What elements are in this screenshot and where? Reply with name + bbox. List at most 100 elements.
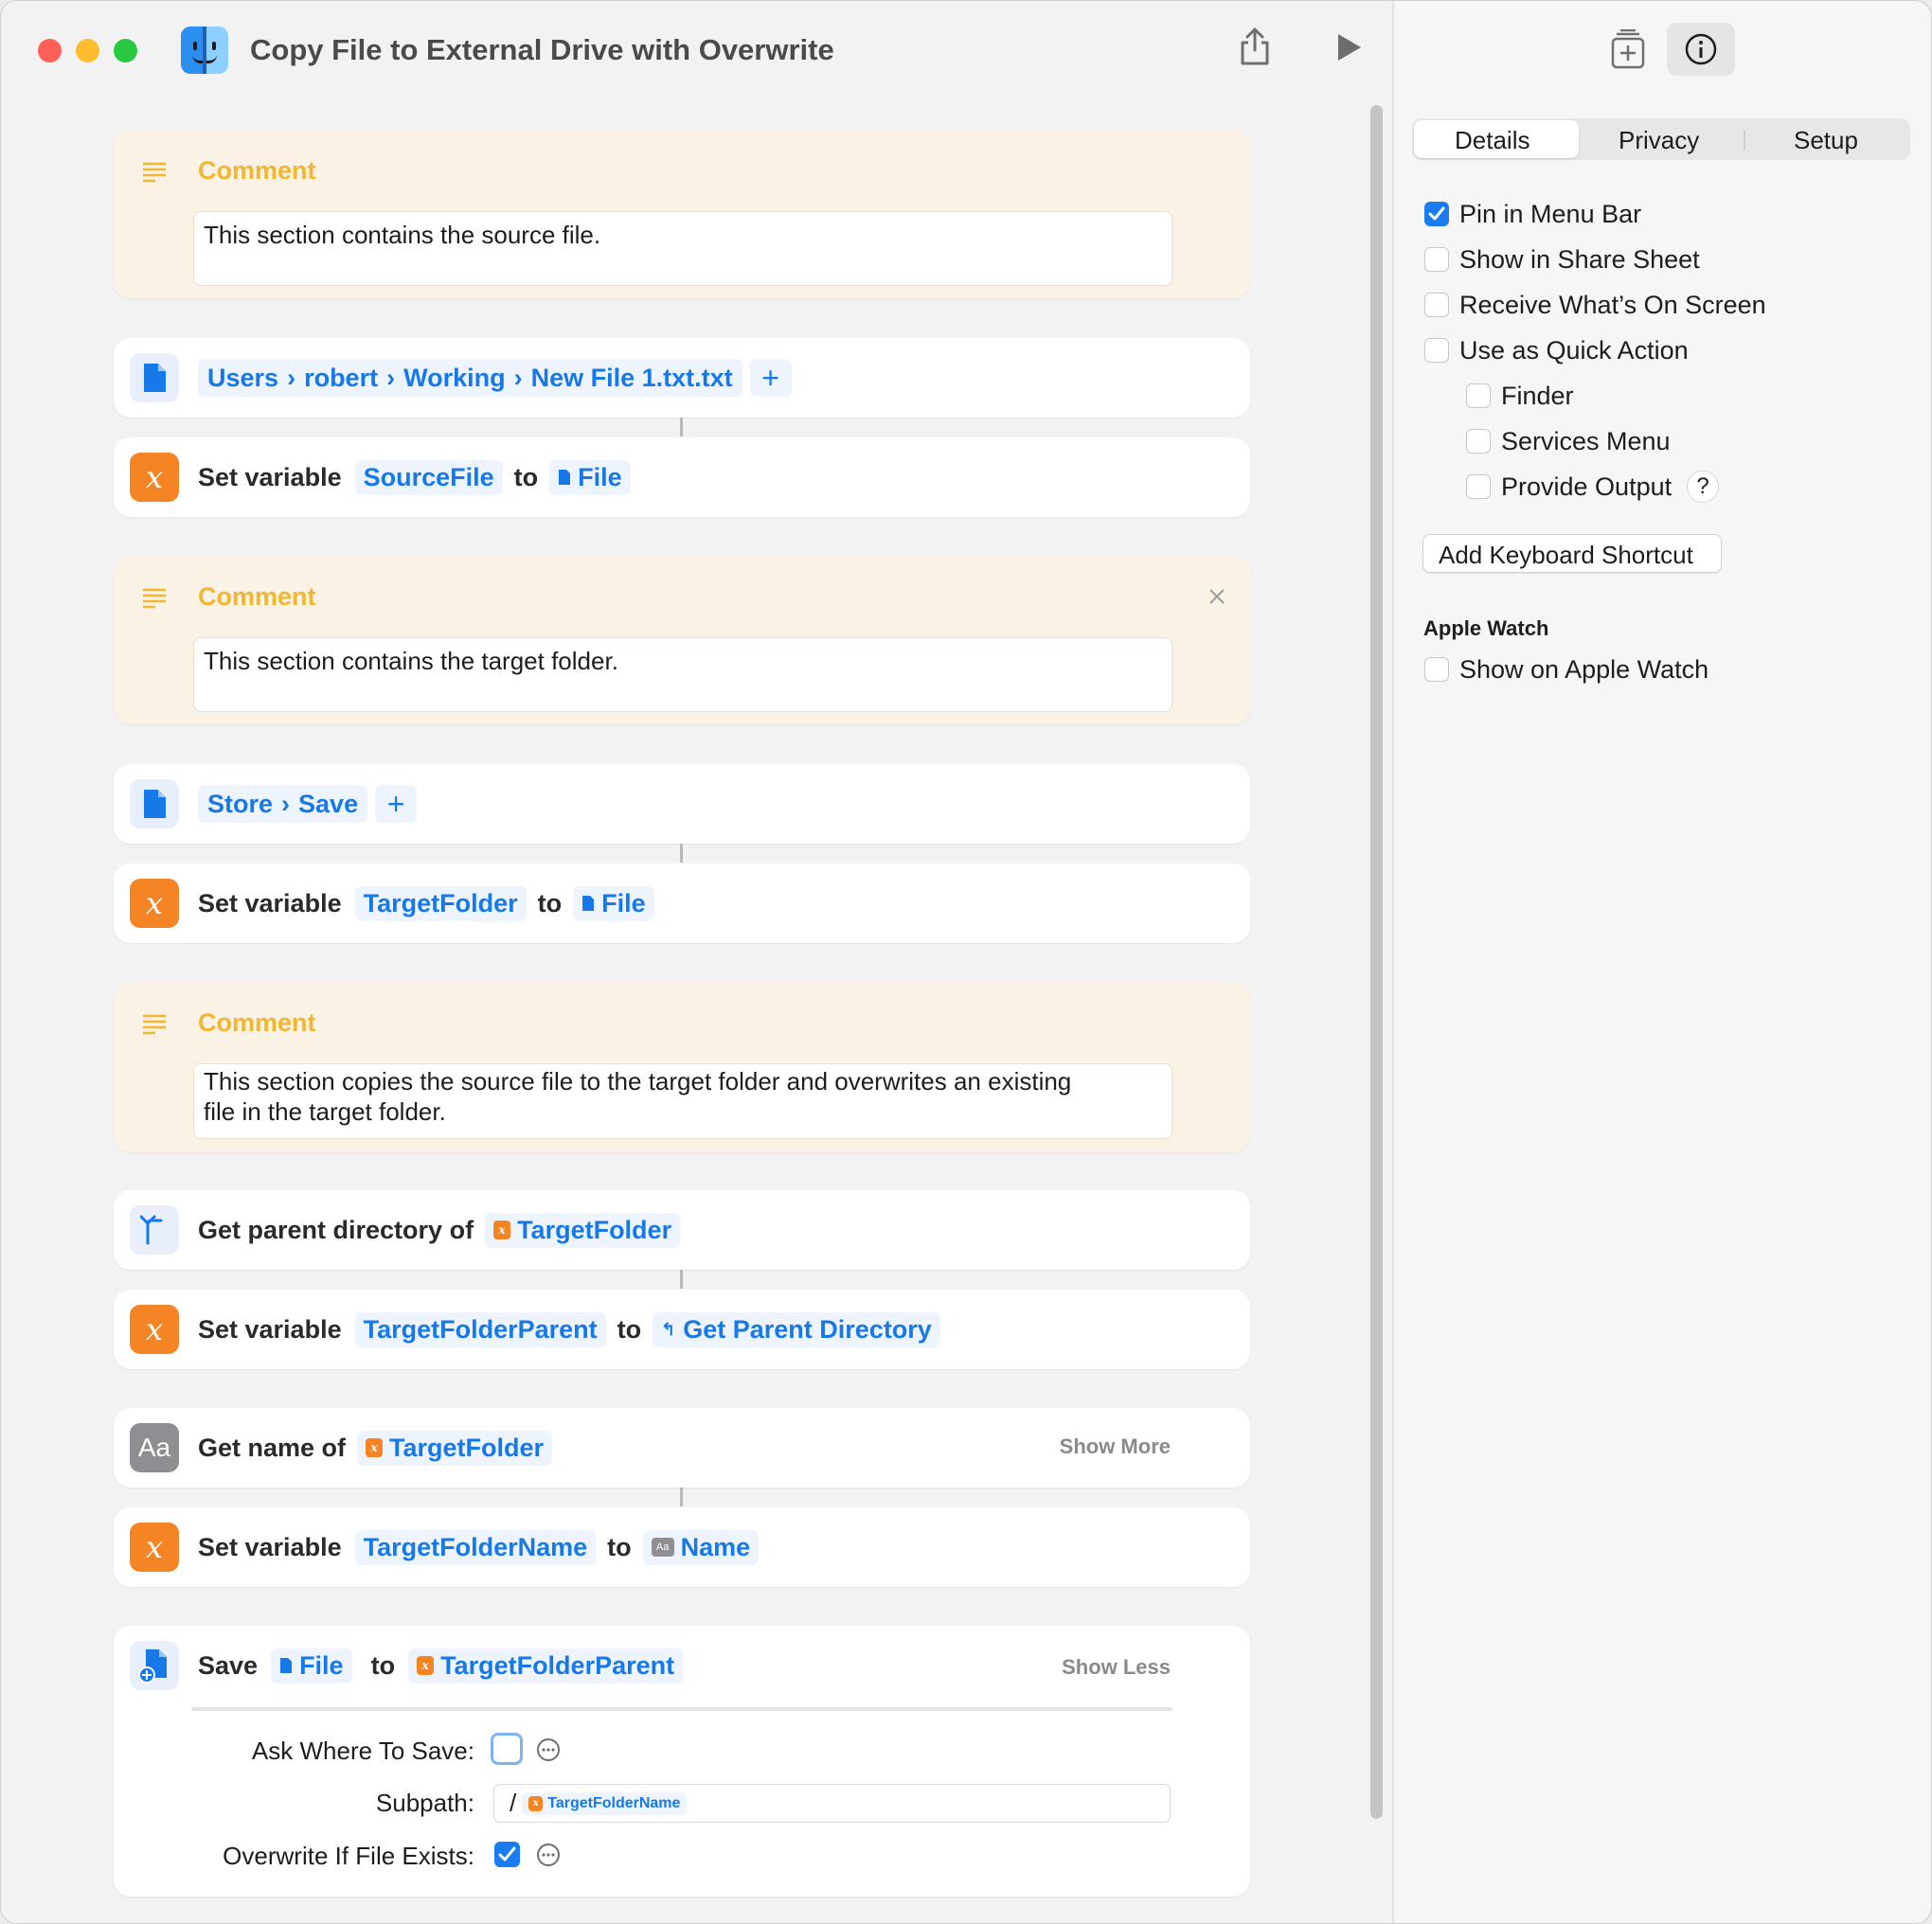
minimize-window-button[interactable]	[76, 39, 99, 62]
variable-x-icon: x	[130, 879, 179, 928]
services-menu-checkbox[interactable]	[1466, 429, 1491, 454]
file-action[interactable]: Store › Save +	[114, 764, 1250, 844]
subpath-field[interactable]: / x TargetFolderName	[493, 1784, 1171, 1823]
add-path-button[interactable]: +	[375, 785, 418, 823]
chevron-right-icon: ›	[281, 789, 291, 818]
variable-token[interactable]: x TargetFolder	[485, 1212, 681, 1248]
finder-icon	[181, 27, 228, 74]
add-keyboard-shortcut-button[interactable]: Add Keyboard Shortcut	[1422, 534, 1722, 573]
finder-checkbox[interactable]	[1466, 383, 1491, 408]
provide-output-label: Provide Output	[1501, 472, 1673, 501]
comment-text-field[interactable]: This section contains the target folder.	[193, 637, 1172, 712]
tab-privacy[interactable]: Privacy	[1619, 126, 1699, 155]
action-label: Set variable	[198, 1532, 342, 1561]
tab-setup[interactable]: Setup	[1794, 126, 1858, 155]
play-icon	[1338, 34, 1361, 61]
help-button[interactable]: ?	[1687, 471, 1719, 503]
get-name-action[interactable]: Aa Get name of x TargetFolder Show More	[114, 1408, 1250, 1488]
apple-watch-label: Show on Apple Watch	[1459, 655, 1709, 684]
variable-x-icon: x	[130, 1523, 179, 1572]
to-label: to	[607, 1532, 632, 1561]
file-token[interactable]: File	[573, 885, 654, 921]
name-token[interactable]: Aa Name	[642, 1529, 760, 1565]
overwrite-label: Overwrite If File Exists:	[223, 1842, 474, 1870]
close-window-button[interactable]	[38, 39, 62, 62]
apple-watch-checkbox[interactable]	[1424, 657, 1449, 682]
inspector-tabs: Details Privacy Setup	[1412, 118, 1910, 160]
file-token[interactable]: File	[271, 1648, 352, 1684]
overwrite-checkbox[interactable]	[494, 1842, 520, 1867]
comment-action[interactable]: Comment This section contains the target…	[114, 556, 1250, 724]
chevron-right-icon: ›	[513, 363, 523, 392]
provide-output-checkbox[interactable]	[1466, 474, 1491, 499]
path-segment[interactable]: New File 1.txt.txt	[531, 364, 733, 393]
set-variable-action[interactable]: x Set variable TargetFolder to File	[114, 864, 1250, 943]
chevron-right-icon: ›	[287, 363, 296, 392]
comment-action[interactable]: Comment This section contains the source…	[114, 130, 1250, 298]
show-more-button[interactable]: Show More	[1060, 1434, 1171, 1459]
variable-name-token[interactable]: TargetFolderName	[354, 1529, 597, 1565]
pin-menu-bar-checkbox[interactable]	[1424, 202, 1449, 226]
path-segment[interactable]: Users	[207, 364, 278, 393]
variable-name-token[interactable]: SourceFile	[354, 459, 503, 495]
file-path-breadcrumb[interactable]: Users › robert › Working › New File 1.tx…	[198, 359, 742, 397]
info-button[interactable]	[1667, 23, 1735, 76]
path-segment[interactable]: robert	[304, 364, 378, 393]
path-segment[interactable]: Store	[207, 790, 273, 819]
parent-directory-token[interactable]: ↰ Get Parent Directory	[653, 1311, 940, 1347]
checkmark-icon	[1428, 206, 1445, 221]
ellipsis-circle-icon[interactable]	[536, 1843, 561, 1867]
set-variable-action[interactable]: x Set variable TargetFolderParent to ↰ Ge…	[114, 1290, 1250, 1369]
variable-token[interactable]: x TargetFolder	[357, 1430, 553, 1466]
show-less-button[interactable]: Show Less	[1062, 1655, 1171, 1680]
chevron-right-icon: ›	[386, 363, 396, 392]
save-document-icon	[130, 1641, 179, 1690]
set-variable-action[interactable]: x Set variable TargetFolderName to Aa Nam…	[114, 1507, 1250, 1587]
to-label: to	[617, 1314, 642, 1344]
file-action[interactable]: Users › robert › Working › New File 1.tx…	[114, 338, 1250, 418]
zoom-window-button[interactable]	[114, 39, 137, 62]
add-path-button[interactable]: +	[749, 359, 792, 397]
file-path-breadcrumb[interactable]: Store › Save	[198, 785, 368, 823]
variable-x-icon: x	[366, 1438, 384, 1457]
comment-text-field[interactable]: This section copies the source file to t…	[193, 1063, 1172, 1139]
text-aa-icon: Aa	[130, 1423, 179, 1472]
quick-action-checkbox[interactable]	[1424, 338, 1449, 363]
variable-x-icon: x	[528, 1795, 544, 1811]
comment-text-line: file in the target folder.	[204, 1097, 446, 1126]
add-to-library-button[interactable]	[1610, 28, 1646, 74]
receive-screen-checkbox[interactable]	[1424, 293, 1449, 317]
variable-token[interactable]: x TargetFolderName	[522, 1791, 688, 1815]
set-variable-action[interactable]: x Set variable SourceFile to File	[114, 437, 1250, 517]
path-segment[interactable]: Save	[298, 790, 358, 819]
ask-where-checkbox[interactable]	[491, 1733, 523, 1765]
variable-x-icon: x	[130, 1305, 179, 1354]
variable-x-icon: x	[130, 453, 179, 502]
save-file-action[interactable]: Save File to x TargetFolderParent Show Le…	[114, 1626, 1250, 1897]
run-button[interactable]	[1335, 31, 1364, 68]
tab-details[interactable]: Details	[1455, 126, 1530, 155]
share-sheet-checkbox[interactable]	[1424, 247, 1449, 272]
variable-name-token[interactable]: TargetFolder	[354, 885, 527, 921]
action-label: Save	[198, 1650, 259, 1680]
variable-name-token[interactable]: TargetFolderParent	[354, 1311, 606, 1347]
share-sheet-label: Show in Share Sheet	[1459, 245, 1700, 274]
get-parent-directory-action[interactable]: Get parent directory of x TargetFolder	[114, 1190, 1250, 1270]
variable-token[interactable]: x TargetFolderParent	[408, 1648, 684, 1684]
comment-text-field[interactable]: This section contains the source file.	[193, 211, 1172, 286]
to-label: to	[370, 1650, 396, 1680]
comment-action[interactable]: Comment This section copies the source f…	[114, 982, 1250, 1152]
file-token[interactable]: File	[549, 459, 631, 495]
share-button[interactable]	[1238, 26, 1272, 72]
add-to-library-icon	[1611, 28, 1645, 69]
finder-label: Finder	[1501, 382, 1574, 410]
path-segment[interactable]: Working	[403, 364, 506, 393]
to-label: to	[513, 462, 539, 491]
window-title: Copy File to External Drive with Overwri…	[250, 33, 834, 66]
comment-header: Comment	[198, 1008, 316, 1037]
receive-screen-label: Receive What’s On Screen	[1459, 291, 1766, 319]
close-icon[interactable]	[1208, 588, 1225, 605]
details-sidebar	[1392, 1, 1931, 1923]
ellipsis-circle-icon[interactable]	[536, 1737, 561, 1762]
scrollbar-thumb[interactable]	[1370, 105, 1383, 1819]
